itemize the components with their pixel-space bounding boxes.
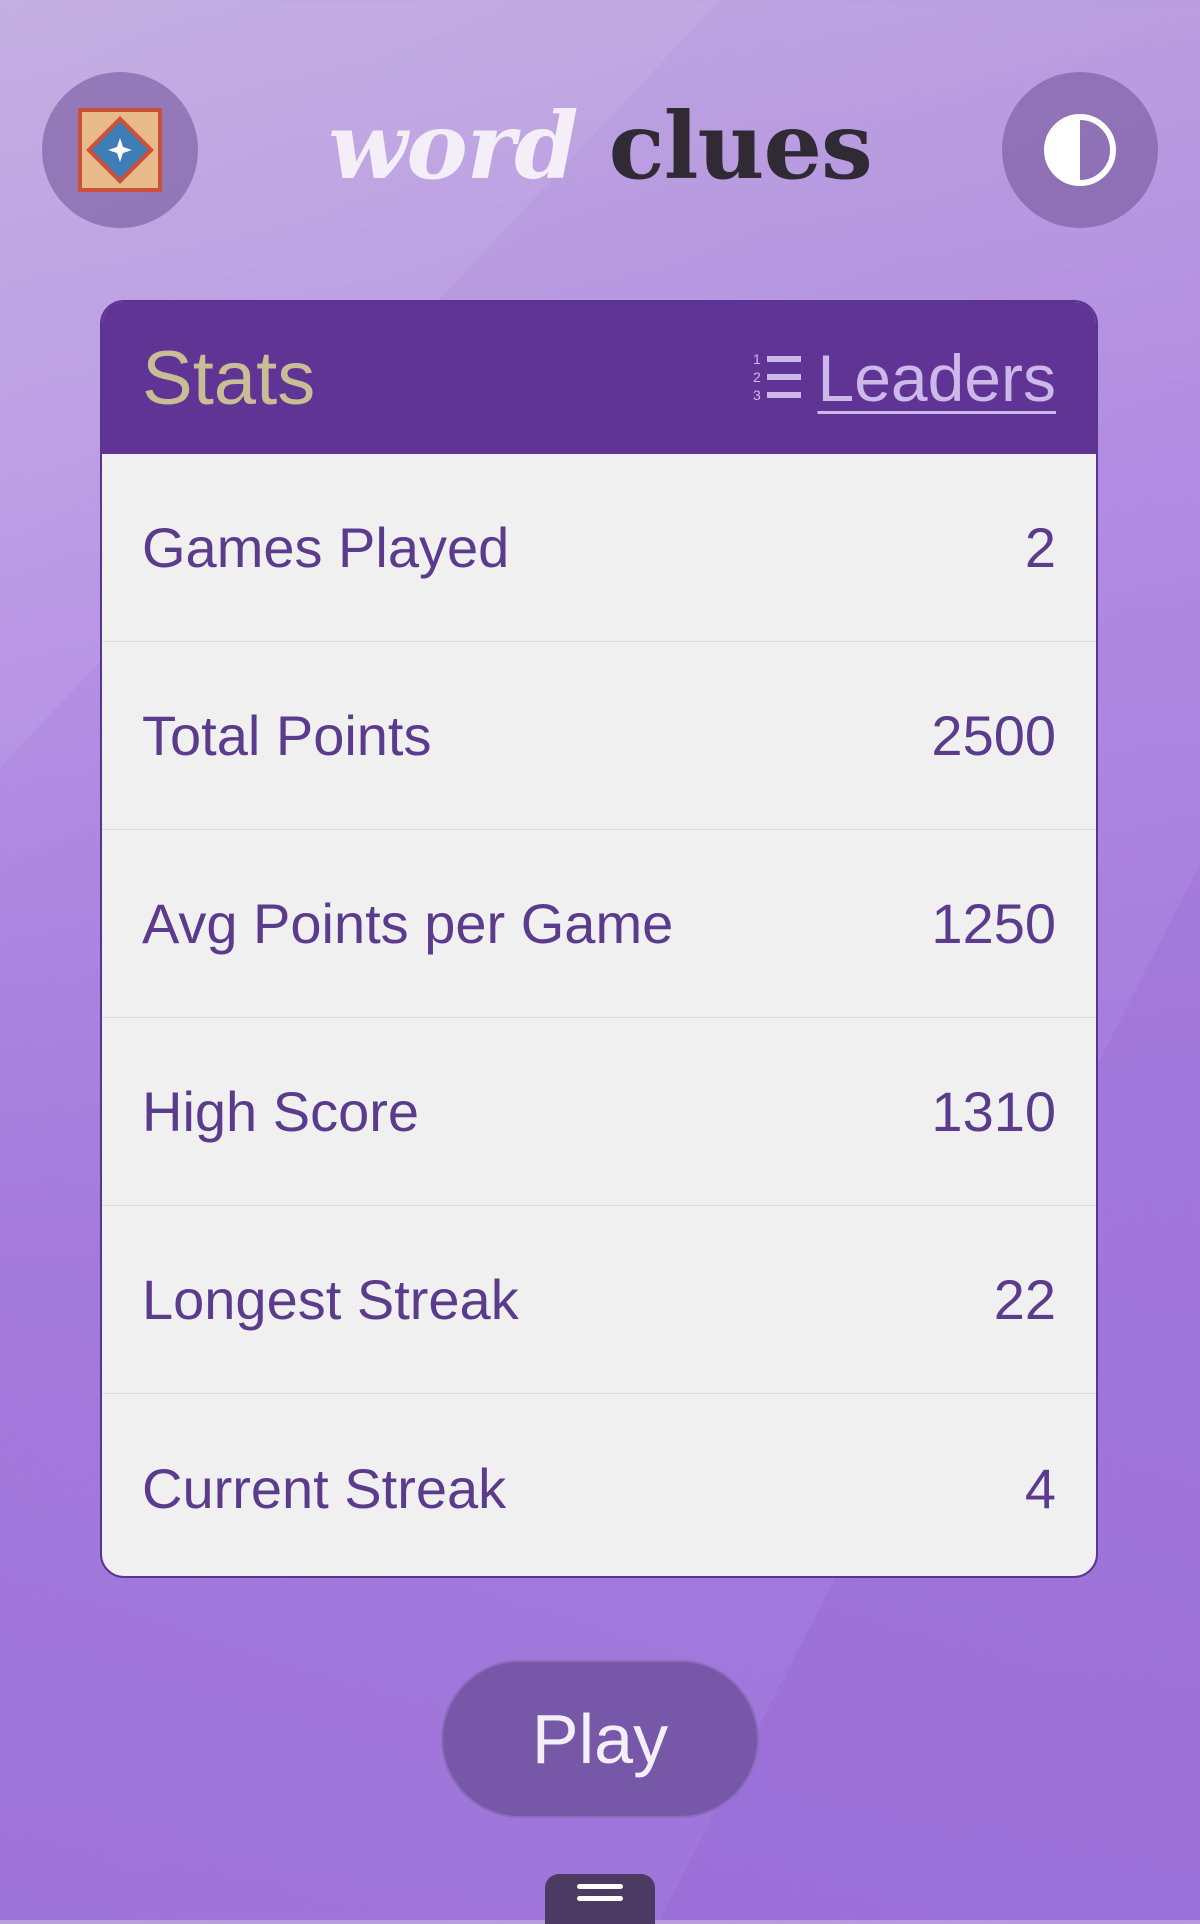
app-title-word2: clues (608, 92, 873, 200)
hamburger-menu-icon (577, 1884, 623, 1889)
svg-text:3: 3 (753, 387, 761, 403)
stat-row-longest-streak: Longest Streak 22 (102, 1206, 1096, 1394)
leaders-link[interactable]: 1 2 3 Leaders (751, 340, 1056, 416)
stat-value: 22 (993, 1268, 1056, 1331)
stat-value: 2 (1024, 516, 1056, 579)
stat-row-high-score: High Score 1310 (102, 1018, 1096, 1206)
half-circle-contrast-icon (1044, 114, 1116, 186)
stats-card-header: Stats 1 2 3 Leaders (102, 302, 1096, 454)
stat-row-games-played: Games Played 2 (102, 454, 1096, 642)
app-title-word1: word (328, 92, 578, 200)
theme-toggle-button[interactable] (1002, 72, 1158, 228)
stat-label: Games Played (142, 516, 510, 579)
stat-value: 4 (1024, 1456, 1056, 1520)
menu-toggle-button[interactable] (545, 1874, 655, 1924)
leaders-label: Leaders (817, 341, 1056, 415)
stat-value: 1250 (931, 892, 1056, 955)
stat-label: Total Points (142, 704, 432, 767)
stat-label: Current Streak (142, 1456, 507, 1520)
hamburger-menu-icon (577, 1896, 623, 1901)
stat-row-avg-points: Avg Points per Game 1250 (102, 830, 1096, 1018)
stat-row-current-streak: Current Streak 4 (102, 1394, 1096, 1576)
stat-row-total-points: Total Points 2500 (102, 642, 1096, 830)
stat-value: 1310 (931, 1080, 1056, 1143)
stats-card: Stats 1 2 3 Leaders Games Played 2 Total… (100, 300, 1098, 1578)
stat-value: 2500 (931, 704, 1056, 767)
stat-label: Avg Points per Game (142, 892, 674, 955)
stat-label: High Score (142, 1080, 420, 1143)
svg-text:1: 1 (753, 351, 761, 367)
play-button[interactable]: Play (441, 1660, 759, 1818)
stats-title: Stats (142, 335, 316, 421)
numbered-list-icon: 1 2 3 (753, 351, 802, 403)
svg-text:2: 2 (753, 369, 761, 385)
stat-label: Longest Streak (142, 1268, 519, 1331)
